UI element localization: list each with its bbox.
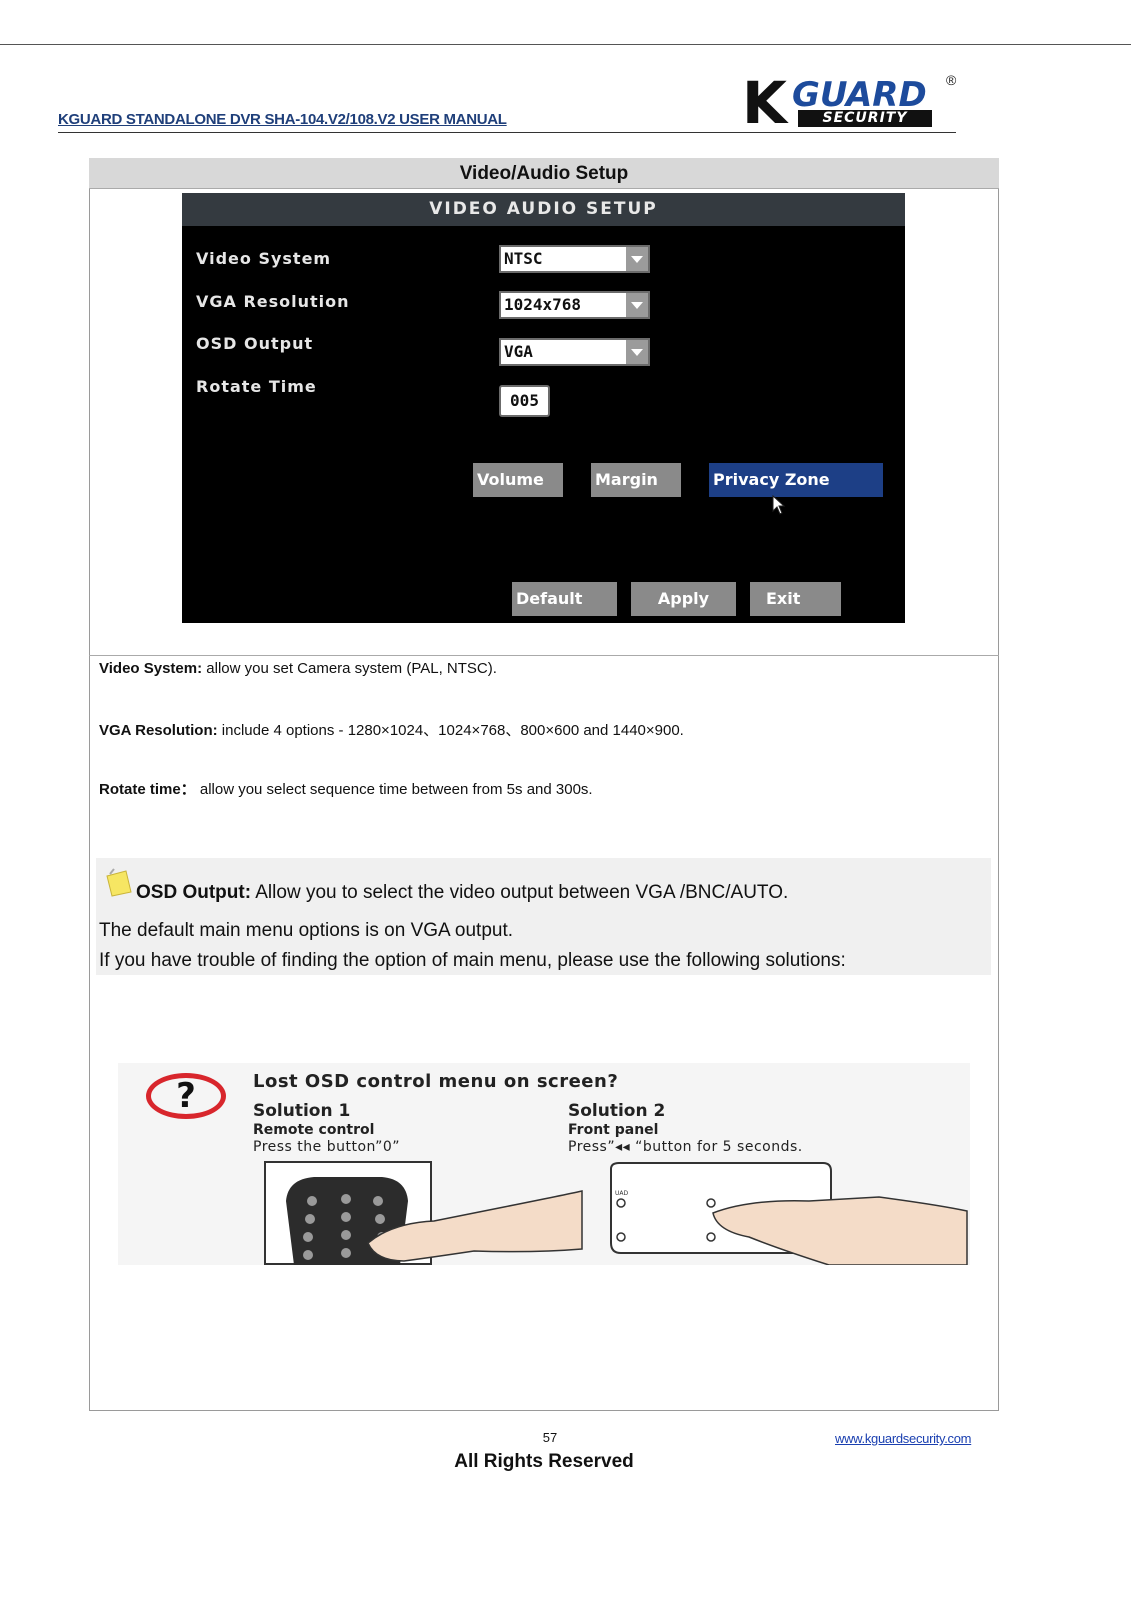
solution-1-text: Press the button”0” [253, 1139, 401, 1155]
solution-2-title: Solution 2 [568, 1101, 666, 1121]
dvr-title: VIDEO AUDIO SETUP [429, 199, 658, 219]
video-system-value: NTSC [504, 249, 543, 268]
osd-output-select[interactable]: VGA [499, 338, 650, 366]
video-system-label: Video System [196, 249, 332, 268]
desc-term: VGA Resolution: [99, 722, 218, 739]
rotate-time-label: Rotate Time [196, 377, 317, 396]
default-button[interactable]: Default [512, 582, 617, 616]
vga-resolution-description: VGA Resolution: include 4 options - 1280… [99, 719, 684, 740]
margin-button[interactable]: Margin [591, 463, 681, 497]
question-icon: ? [146, 1073, 226, 1119]
video-system-description: Video System: allow you set Camera syste… [99, 660, 497, 677]
privacy-zone-button[interactable]: Privacy Zone [709, 463, 883, 497]
remote-control-icon [264, 1161, 583, 1265]
manual-title: KGUARD STANDALONE DVR SHA-104.V2/108.V2 … [58, 111, 507, 128]
exit-button[interactable]: Exit [750, 582, 841, 616]
osd-output-note: OSD Output: Allow you to select the vide… [136, 882, 788, 904]
note-text: Allow you to select the video output bet… [251, 882, 789, 903]
solution-2-text: Press”◂◂ “button for 5 seconds. [568, 1139, 803, 1155]
vga-resolution-value: 1024x768 [504, 295, 582, 314]
note-icon [106, 868, 132, 897]
section-title: Video/Audio Setup [89, 158, 999, 189]
desc-text: include 4 options - 1280×1024、1024×768、8… [217, 722, 684, 739]
logo-k: K [742, 69, 787, 137]
chevron-down-icon [626, 247, 648, 271]
panel-label: UAD [615, 1190, 628, 1197]
section-divider [89, 655, 999, 656]
logo-guard: GUARD [792, 75, 927, 115]
kguard-logo: K GUARD SECURITY ® [742, 72, 962, 134]
volume-button[interactable]: Volume [473, 463, 563, 497]
solution-1-title: Solution 1 [253, 1101, 351, 1121]
lost-osd-illustration: ? Lost OSD control menu on screen? Solut… [118, 1063, 970, 1265]
front-panel-icon: UAD [610, 1162, 968, 1265]
illustration-title: Lost OSD control menu on screen? [253, 1071, 619, 1092]
vga-resolution-select[interactable]: 1024x768 [499, 291, 650, 319]
note-line-3: If you have trouble of finding the optio… [99, 950, 846, 971]
desc-term: Rotate time： [99, 781, 196, 798]
solution-1-sub: Remote control [253, 1122, 375, 1138]
website-link[interactable]: www.kguardsecurity.com [835, 1431, 972, 1446]
dvr-screen: VIDEO AUDIO SETUP Video System VGA Resol… [182, 193, 905, 623]
solution-2-sub: Front panel [568, 1122, 659, 1138]
desc-text: allow you select sequence time between f… [195, 781, 593, 798]
top-rule [0, 44, 1131, 45]
rotate-time-description: Rotate time： allow you select sequence t… [99, 778, 593, 799]
rotate-time-input[interactable]: 005 [499, 385, 550, 417]
chevron-down-icon [626, 340, 648, 364]
osd-output-value: VGA [504, 342, 533, 361]
apply-button[interactable]: Apply [631, 582, 736, 616]
vga-resolution-label: VGA Resolution [196, 292, 350, 311]
chevron-down-icon [626, 293, 648, 317]
note-line-2: The default main menu options is on VGA … [99, 920, 514, 941]
desc-text: allow you set Camera system (PAL, NTSC). [202, 660, 497, 677]
video-system-select[interactable]: NTSC [499, 245, 650, 273]
osd-output-label: OSD Output [196, 334, 314, 353]
desc-term: Video System: [99, 660, 203, 677]
logo-registered: ® [946, 72, 957, 88]
note-term: OSD Output: [136, 882, 252, 903]
mouse-cursor-icon [772, 495, 786, 515]
logo-security: SECURITY [798, 110, 932, 127]
all-rights-reserved: All Rights Reserved [454, 1451, 634, 1472]
